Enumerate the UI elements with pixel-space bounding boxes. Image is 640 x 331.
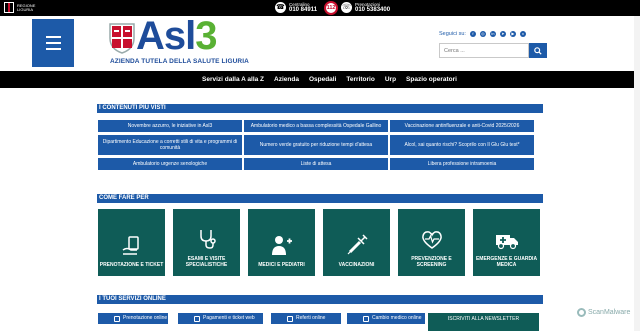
most-visited-title: I CONTENUTI PIÙ VISTI xyxy=(97,104,543,113)
nav-item-azienda[interactable]: Azienda xyxy=(269,71,304,88)
come-fare-title: COME FARE PER xyxy=(97,194,543,203)
hamburger-menu-button[interactable] xyxy=(32,19,74,67)
search-icon xyxy=(534,46,542,55)
tile-label: Medici e pediatri xyxy=(258,262,305,268)
nav-item-territorio[interactable]: Territorio xyxy=(341,71,379,88)
ambulance-icon xyxy=(495,235,518,250)
brand-number: 3 xyxy=(195,14,217,58)
regione-crest-icon xyxy=(4,2,14,13)
tile-medici[interactable]: Medici e pediatri xyxy=(248,209,315,276)
most-visited-link[interactable]: Liste di attesa xyxy=(244,158,388,170)
svc-cambio-medico[interactable]: Cambio medico online xyxy=(347,313,425,324)
youtube-icon[interactable]: ▶ xyxy=(509,31,516,37)
social-links: Seguici su: f ◎ in ➤ ▶ x xyxy=(439,31,526,37)
svc-label: Referti online xyxy=(296,315,326,321)
nav-item-spazio-operatori[interactable]: Spazio operatori xyxy=(401,71,462,88)
tile-label: Esami e visite specialistiche xyxy=(185,256,228,268)
most-visited-link[interactable]: Novembre azzurro, le iniziative in Asl3 xyxy=(98,120,242,132)
tile-label: Prevenzione e screening xyxy=(411,256,452,268)
most-visited-link[interactable]: Vaccinazione antinfluenzale e anti-Covid… xyxy=(390,120,534,132)
brand-main: Asl xyxy=(136,14,196,58)
asl3-logo[interactable]: Asl3 AZIENDA TUTELA DELLA SALUTE LIGURIA xyxy=(108,16,258,72)
most-visited-link[interactable]: Alcol, sai quanto rischi? Scoprilo con I… xyxy=(390,135,534,155)
servizi-online-title: I TUOI SERVIZI ONLINE xyxy=(97,295,543,304)
swap-icon xyxy=(363,315,369,322)
emergency-112-badge[interactable]: 112 xyxy=(324,1,338,15)
svc-pagamenti[interactable]: Pagamenti e ticket web xyxy=(178,313,263,324)
prenotazioni-number: 010 5383400 xyxy=(355,7,391,13)
tile-label: Vaccinazioni xyxy=(338,262,375,268)
brand-wordmark: Asl3 xyxy=(136,14,218,58)
telegram-icon[interactable]: ➤ xyxy=(499,31,506,37)
heart-pulse-icon xyxy=(421,231,442,249)
linkedin-icon[interactable]: in xyxy=(489,31,496,37)
tile-prenotazione[interactable]: Prenotazione e ticket xyxy=(98,209,165,276)
syringe-icon xyxy=(347,234,368,255)
nav-item-servizi[interactable]: Servizi dalla A alla Z xyxy=(197,71,269,88)
most-visited-grid: Novembre azzurro, le iniziative in Asl3 … xyxy=(98,120,544,170)
x-twitter-icon[interactable]: x xyxy=(519,31,526,37)
facebook-icon[interactable]: f xyxy=(469,31,476,37)
hand-card-icon xyxy=(122,236,139,255)
search-input[interactable] xyxy=(439,43,529,58)
svc-label: Prenotazione online xyxy=(123,315,168,321)
tile-vaccinazioni[interactable]: Vaccinazioni xyxy=(323,209,390,276)
tile-prevenzione[interactable]: Prevenzione e screening xyxy=(398,209,465,276)
most-visited-link[interactable]: Ambulatorio medico a bassa complessità O… xyxy=(244,120,388,132)
social-label: Seguici su: xyxy=(439,31,466,37)
menu-bar-icon xyxy=(45,48,61,50)
most-visited-link[interactable]: Ambulatorio urgenze senologiche xyxy=(98,158,242,170)
regione-liguria-logo[interactable]: REGIONE LIGURIA xyxy=(4,2,36,13)
most-visited-link[interactable]: Numero verde gratuito per riduzione temp… xyxy=(244,135,388,155)
tile-label: Prenotazione e ticket xyxy=(99,262,164,268)
regione-label: REGIONE LIGURIA xyxy=(17,2,36,12)
svc-prenotazione-online[interactable]: Prenotazione online xyxy=(98,313,168,324)
menu-bar-icon xyxy=(45,42,61,44)
stethoscope-icon xyxy=(199,230,216,249)
calendar-phone-icon: ☏ xyxy=(341,2,352,13)
instagram-icon[interactable]: ◎ xyxy=(479,31,486,37)
top-bar: REGIONE LIGURIA ☎ Centralino 010 84911 1… xyxy=(0,0,640,16)
asl3-shield-icon xyxy=(109,23,135,54)
prenotazioni-contact[interactable]: ☏ Prenotazioni 010 5383400 xyxy=(341,2,390,13)
svc-label: Cambio medico online xyxy=(372,315,422,321)
document-icon xyxy=(287,315,293,322)
nav-item-ospedali[interactable]: Ospedali xyxy=(304,71,341,88)
tile-label: Emergenze e guardia medica xyxy=(475,256,538,268)
menu-bar-icon xyxy=(45,36,61,38)
scanmalware-watermark: ScanMalware xyxy=(577,308,630,317)
centralino-contact[interactable]: ☎ Centralino 010 84911 xyxy=(275,2,317,13)
most-visited-link[interactable]: Dipartimento Educazione a corretti stili… xyxy=(98,135,242,155)
phone-icon: ☎ xyxy=(275,2,286,13)
centralino-number: 010 84911 xyxy=(289,7,318,13)
phone-app-icon xyxy=(114,315,120,322)
newsletter-signup[interactable]: ISCRIVITI ALLA NEWSLETTER xyxy=(428,313,539,331)
tile-emergenze[interactable]: Emergenze e guardia medica xyxy=(473,209,540,276)
brand-tagline: AZIENDA TUTELA DELLA SALUTE LIGURIA xyxy=(110,58,249,65)
most-visited-link[interactable]: Libera professione intramoenia xyxy=(390,158,534,170)
svc-referti[interactable]: Referti online xyxy=(271,313,341,324)
nav-item-urp[interactable]: Urp xyxy=(380,71,401,88)
scanmalware-logo-icon xyxy=(577,308,586,317)
search-button[interactable] xyxy=(529,43,547,58)
credit-card-icon xyxy=(194,315,200,322)
page-scrollbar[interactable] xyxy=(634,16,640,331)
main-nav: Servizi dalla A alla Z Azienda Ospedali … xyxy=(0,71,640,88)
search-box xyxy=(439,43,547,58)
come-fare-tiles: Prenotazione e ticket Esami e visite spe… xyxy=(98,209,540,276)
doctor-icon xyxy=(271,236,292,255)
tile-esami[interactable]: Esami e visite specialistiche xyxy=(173,209,240,276)
watermark-text: ScanMalware xyxy=(588,309,631,316)
svc-label: Pagamenti e ticket web xyxy=(203,315,255,321)
